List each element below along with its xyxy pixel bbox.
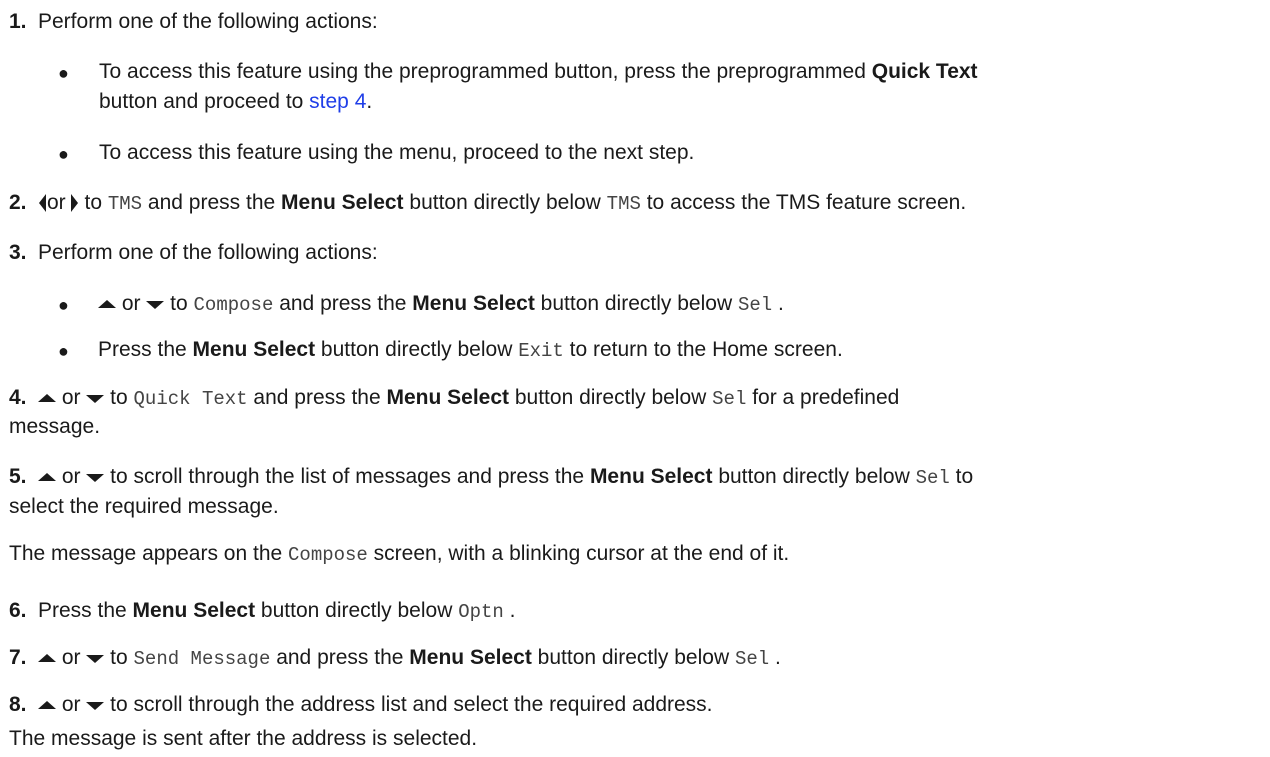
- step-number: 7.: [9, 646, 27, 669]
- bullet: ●: [58, 341, 69, 361]
- bullet-text: Press the Menu Select button directly be…: [98, 338, 843, 362]
- step-text: or to scroll through the address list an…: [38, 692, 713, 718]
- step-result: The message is sent after the address is…: [9, 727, 478, 750]
- step-number: 6.: [9, 599, 27, 622]
- step-number: 8.: [9, 693, 27, 716]
- step-number: 2.: [9, 191, 27, 214]
- up-arrow-icon: [98, 299, 116, 309]
- up-arrow-icon: [38, 393, 56, 403]
- step-text: or to Send Message and press the Menu Se…: [38, 645, 781, 672]
- bullet: ●: [58, 144, 69, 164]
- bullet-text: To access this feature using the preprog…: [99, 60, 978, 83]
- bullet-text-cont: button and proceed to step 4.: [99, 90, 373, 113]
- step-text-cont: message.: [9, 415, 101, 438]
- step-text: Press the Menu Select button directly be…: [38, 599, 516, 623]
- up-arrow-icon: [38, 700, 56, 710]
- bullet-text: To access this feature using the menu, p…: [99, 141, 695, 164]
- down-arrow-icon: [86, 701, 105, 710]
- step-text: Perform one of the following actions:: [38, 241, 378, 264]
- step-text: or to scroll through the list of message…: [38, 464, 973, 491]
- step-number: 5.: [9, 465, 27, 488]
- down-arrow-icon: [86, 394, 105, 403]
- bullet: ●: [58, 295, 69, 315]
- step-4-link[interactable]: step 4: [309, 90, 366, 113]
- up-arrow-icon: [38, 653, 56, 663]
- procedure-page: 1. Perform one of the following actions:…: [0, 0, 1270, 757]
- step-text: or to Quick Text and press the Menu Sele…: [38, 385, 899, 412]
- left-arrow-icon: [38, 194, 47, 213]
- step-number: 3.: [9, 241, 27, 264]
- step-text: Perform one of the following actions:: [38, 10, 378, 33]
- down-arrow-icon: [86, 654, 105, 663]
- bullet-text: or to Compose and press the Menu Select …: [98, 291, 784, 318]
- down-arrow-icon: [86, 473, 105, 482]
- step-number: 4.: [9, 386, 27, 409]
- down-arrow-icon: [146, 300, 165, 309]
- up-arrow-icon: [38, 472, 56, 482]
- step-text-cont: select the required message.: [9, 495, 279, 518]
- bullet: ●: [58, 63, 69, 83]
- step-result: The message appears on the Compose scree…: [9, 542, 790, 566]
- step-text: or to TMS and press the Menu Select butt…: [38, 190, 966, 217]
- right-arrow-icon: [70, 194, 79, 213]
- step-number: 1.: [9, 10, 27, 33]
